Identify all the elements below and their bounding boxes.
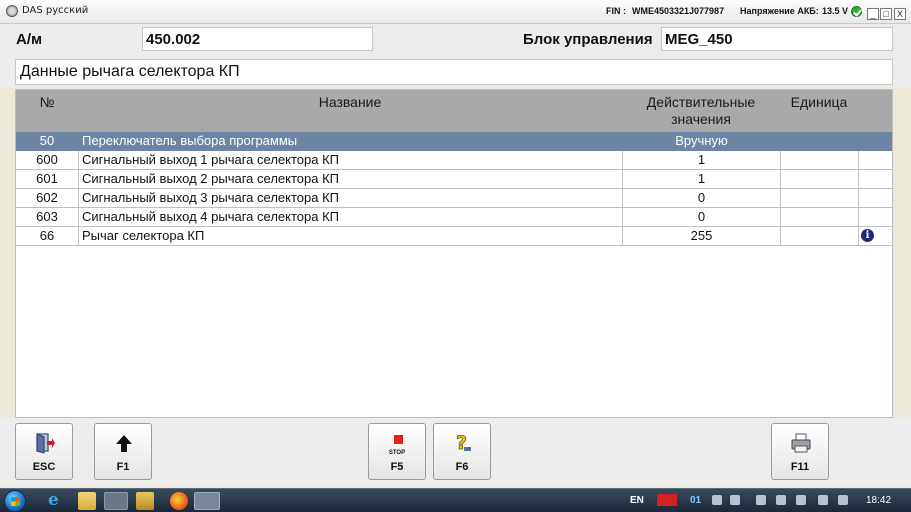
row-value: 255	[622, 227, 780, 245]
f11-print-button[interactable]: F11	[771, 423, 829, 480]
tray-app-icon[interactable]	[730, 495, 740, 505]
tray-red-app-icon[interactable]	[657, 494, 677, 506]
status-ok-icon	[851, 6, 862, 17]
close-button[interactable]: X	[894, 8, 906, 20]
f1-button[interactable]: F1	[94, 423, 152, 480]
taskbar-clock[interactable]: 18:42	[866, 495, 891, 506]
row-number: 66	[39, 228, 55, 243]
maximize-button[interactable]: □	[880, 8, 892, 20]
row-name: Переключатель выбора программы	[82, 133, 298, 148]
row-unit	[780, 189, 858, 207]
table-row[interactable]: 602 Сигнальный выход 3 рычага селектора К…	[16, 189, 892, 208]
row-number: 602	[36, 190, 58, 205]
info-icon[interactable]: i	[861, 229, 874, 242]
row-unit	[780, 132, 858, 150]
tray-flag-icon[interactable]	[818, 495, 828, 505]
f5-stop-button[interactable]: STOP F5	[368, 423, 426, 480]
esc-label: ESC	[32, 461, 56, 473]
row-unit	[780, 170, 858, 188]
row-number: 601	[36, 171, 58, 186]
esc-button[interactable]: ESC	[15, 423, 73, 480]
control-unit-label: Блок управления	[523, 31, 653, 48]
start-button[interactable]	[4, 490, 26, 512]
row-info-cell	[858, 208, 892, 226]
minimize-button[interactable]: _	[867, 8, 879, 20]
stop-text: STOP	[388, 450, 406, 456]
tray-volume-icon[interactable]	[838, 495, 848, 505]
fin-value: WME4503321J077987	[632, 6, 725, 16]
row-name: Сигнальный выход 2 рычага селектора КП	[78, 170, 622, 188]
f6-help-button[interactable]: ? F6	[433, 423, 491, 480]
arrow-up-icon	[116, 435, 132, 452]
help-question-icon: ?	[456, 432, 471, 454]
printer-icon	[791, 433, 811, 453]
internet-explorer-icon[interactable]	[46, 490, 64, 510]
row-value: 0	[622, 189, 780, 207]
battery-voltage-label: Напряжение АКБ:	[740, 6, 819, 16]
windows-taskbar: EN 01 18:42	[0, 488, 911, 512]
row-info-cell	[858, 151, 892, 169]
tray-printer-icon[interactable]	[756, 495, 766, 505]
row-info-cell	[858, 189, 892, 207]
row-name: Сигнальный выход 4 рычага селектора КП	[78, 208, 622, 226]
exit-door-icon	[36, 433, 55, 454]
table-row[interactable]: 603 Сигнальный выход 4 рычага селектора К…	[16, 208, 892, 227]
row-info-cell: i	[858, 227, 892, 245]
media-app-icon[interactable]	[136, 492, 154, 510]
tray-lock-icon[interactable]	[712, 495, 722, 505]
row-number: 600	[36, 152, 58, 167]
table-row[interactable]: 66 Рычаг селектора КП 255 i	[16, 227, 892, 246]
mercedes-star-icon	[6, 5, 18, 17]
column-header-unit: Единица	[790, 94, 848, 110]
row-value: Вручную	[675, 133, 728, 148]
column-header-name: Название	[318, 94, 382, 110]
row-info-cell	[858, 170, 892, 188]
row-unit	[780, 227, 858, 245]
row-info-cell	[858, 132, 892, 150]
row-name: Сигнальный выход 1 рычага селектора КП	[78, 151, 622, 169]
column-header-value: Действительные значения	[646, 94, 756, 127]
row-unit	[780, 208, 858, 226]
vehicle-field: 450.002	[142, 27, 373, 51]
firefox-icon[interactable]	[170, 492, 188, 510]
remote-app-icon[interactable]	[194, 492, 220, 510]
row-value: 1	[622, 151, 780, 169]
row-number: 50	[39, 133, 55, 148]
fin-label: FIN :	[606, 6, 626, 16]
f11-label: F11	[790, 461, 810, 473]
row-number: 603	[36, 209, 58, 224]
das-taskbar-app-icon[interactable]	[104, 492, 128, 510]
das-window: DAS русский FIN : WME4503321J077987 Напр…	[0, 0, 911, 512]
title-bar: DAS русский FIN : WME4503321J077987 Напр…	[0, 0, 911, 24]
language-indicator[interactable]: EN	[630, 495, 644, 506]
battery-voltage-value: 13.5 V	[822, 6, 849, 16]
f6-label: F6	[455, 461, 469, 473]
row-value: 0	[622, 208, 780, 226]
f5-label: F5	[390, 461, 404, 473]
folder-icon[interactable]	[78, 492, 96, 510]
tray-number: 01	[690, 495, 702, 506]
f1-label: F1	[116, 461, 130, 473]
table-header: № Название Действительные значения Едини…	[16, 90, 892, 132]
column-header-number: №	[39, 94, 55, 110]
control-unit-field: MEG_450	[661, 27, 893, 51]
row-name: Сигнальный выход 3 рычага селектора КП	[78, 189, 622, 207]
table-row[interactable]: 601 Сигнальный выход 2 рычага селектора К…	[16, 170, 892, 189]
tray-network-icon[interactable]	[796, 495, 806, 505]
row-name: Рычаг селектора КП	[78, 227, 622, 245]
table-row[interactable]: 50 Переключатель выбора программы Вручную	[16, 132, 892, 151]
table-row[interactable]: 600 Сигнальный выход 1 рычага селектора К…	[16, 151, 892, 170]
tray-device-icon[interactable]	[776, 495, 786, 505]
window-title: DAS русский	[22, 5, 89, 16]
actual-values-table: № Название Действительные значения Едини…	[15, 89, 893, 418]
row-unit	[780, 151, 858, 169]
row-value: 1	[622, 170, 780, 188]
vehicle-label: А/м	[16, 31, 43, 48]
section-title: Данные рычага селектора КП	[15, 59, 893, 85]
